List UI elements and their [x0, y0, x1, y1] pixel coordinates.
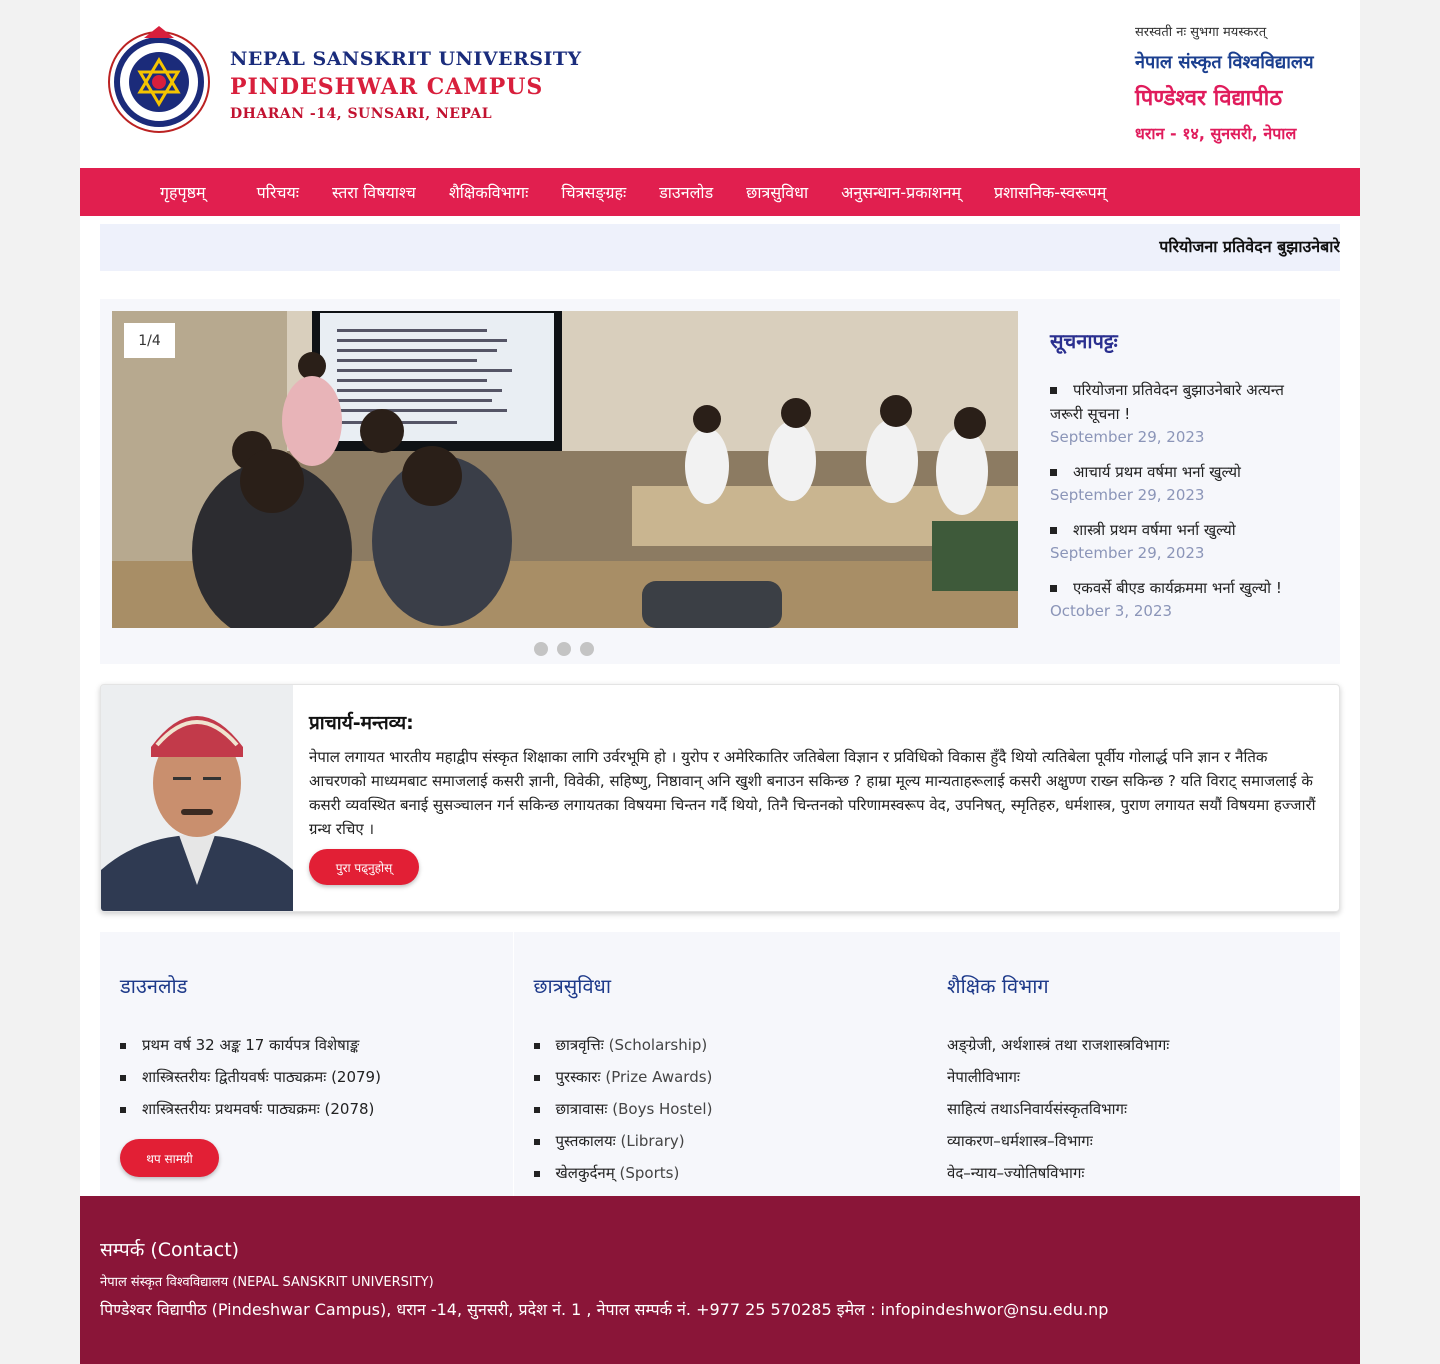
brand-nepali: सरस्वती नः सुभगा मयस्करत् नेपाल संस्कृत … — [1135, 22, 1314, 144]
slide-dots — [534, 642, 594, 656]
nav-research-publications[interactable]: अनुसन्धान-प्रकाशनम् — [841, 181, 961, 203]
site-footer: सम्पर्क (Contact) नेपाल संस्कृत विश्वविद… — [80, 1196, 1360, 1364]
notice-date: September 29, 2023 — [1050, 544, 1205, 562]
campus-name-np: पिण्डेश्वर विद्यापीठ — [1135, 86, 1283, 111]
departments-list: अङ्ग्रेजी, अर्थशास्त्रं तथा राजशास्त्रवि… — [947, 1029, 1320, 1189]
facilities-column: छात्रसुविधा छात्रवृत्तिः (Scholarship) प… — [513, 932, 927, 1196]
downloads-list: प्रथम वर्ष 32 अङ्क 17 कार्यपत्र विशेषाङ्… — [120, 1029, 493, 1125]
principal-message-card: प्राचार्य-मन्तव्य: नेपाल लगायत भारतीय मह… — [100, 684, 1340, 912]
slideshow-image[interactable] — [112, 311, 1018, 628]
notice-date: October 3, 2023 — [1050, 602, 1173, 620]
university-name-en: NEPAL SANSKRIT UNIVERSITY — [230, 48, 582, 70]
ticker-text[interactable]: परियोजना प्रतिवेदन बुझाउनेबारे — [1159, 235, 1340, 257]
footer-university: नेपाल संस्कृत विश्वविद्यालय (NEPAL SANSK… — [100, 1275, 434, 1290]
facility-name-np: छात्रावासः — [555, 1100, 608, 1118]
facility-name-np: पुस्तकालयः — [555, 1132, 616, 1150]
slide-dot-3[interactable] — [580, 642, 594, 656]
hero-section: 1/4 सूचनापट्टः परियोजना प्रतिवेदन बुझाउन… — [100, 299, 1340, 664]
news-ticker: परियोजना प्रतिवेदन बुझाउनेबारे — [100, 224, 1340, 271]
department-link[interactable]: व्याकरण–धर्मशास्त्र–विभागः — [947, 1125, 1320, 1157]
facility-name-en: (Scholarship) — [608, 1036, 708, 1054]
notice-item: परियोजना प्रतिवेदन बुझाउनेबारे अत्यन्त ज… — [1050, 378, 1320, 446]
classroom-photo — [112, 311, 1018, 628]
department-link[interactable]: नेपालीविभागः — [947, 1061, 1320, 1093]
campus-name-en: PINDESHWAR CAMPUS — [230, 74, 544, 100]
nav-academic-departments[interactable]: शैक्षिकविभागः — [449, 181, 528, 203]
facility-link[interactable]: छात्रावासः (Boys Hostel) — [534, 1093, 907, 1125]
contact-title: सम्पर्क (Contact) — [100, 1239, 240, 1261]
motto: सरस्वती नः सुभगा मयस्करत् — [1135, 25, 1267, 40]
download-link[interactable]: शास्त्रिस्तरीयः प्रथमवर्षः पाठ्यक्रमः (2… — [120, 1093, 493, 1125]
notice-link[interactable]: शास्त्री प्रथम वर्षमा भर्ना खुल्यो — [1050, 518, 1320, 542]
campus-address-en: DHARAN -14, SUNSARI, NEPAL — [230, 106, 493, 122]
notice-link[interactable]: परियोजना प्रतिवेदन बुझाउनेबारे अत्यन्त ज… — [1050, 378, 1320, 426]
facility-name-en: (Boys Hostel) — [612, 1100, 713, 1118]
principal-message-text: नेपाल लगायत भारतीय महाद्वीप संस्कृत शिक्… — [309, 748, 1316, 838]
department-link[interactable]: अङ्ग्रेजी, अर्थशास्त्रं तथा राजशास्त्रवि… — [947, 1029, 1320, 1061]
read-more-button[interactable]: पुरा पढ्नुहोस् — [309, 849, 419, 885]
nav-administration[interactable]: प्रशासनिक-स्वरूपम् — [994, 181, 1106, 203]
notice-date: September 29, 2023 — [1050, 428, 1205, 446]
principal-message-title: प्राचार्य-मन्तव्य: — [309, 712, 414, 734]
departments-column: शैक्षिक विभाग अङ्ग्रेजी, अर्थशास्त्रं तथ… — [927, 932, 1340, 1196]
facility-name-en: (Sports) — [619, 1164, 680, 1182]
download-link[interactable]: शास्त्रिस्तरीयः द्वितीयवर्षः पाठ्यक्रमः … — [120, 1061, 493, 1093]
facility-name-np: छात्रवृत्तिः — [555, 1036, 604, 1054]
facilities-list: छात्रवृत्तिः (Scholarship) पुरस्कारः (Pr… — [534, 1029, 907, 1189]
departments-title: शैक्षिक विभाग — [947, 974, 1049, 998]
facility-link[interactable]: छात्रवृत्तिः (Scholarship) — [534, 1029, 907, 1061]
notice-item: आचार्य प्रथम वर्षमा भर्ना खुल्यो Septemb… — [1050, 460, 1320, 504]
facility-name-np: खेलकुर्दनम् — [555, 1164, 615, 1182]
notice-board-title: सूचनापट्टः — [1050, 329, 1118, 353]
download-link[interactable]: प्रथम वर्ष 32 अङ्क 17 कार्यपत्र विशेषाङ्… — [120, 1029, 493, 1061]
notice-item: एकवर्से बीएड कार्यक्रममा भर्ना खुल्यो ! … — [1050, 576, 1320, 620]
facility-link[interactable]: पुस्तकालयः (Library) — [534, 1125, 907, 1157]
nav-levels-subjects[interactable]: स्तरा विषयाश्च — [332, 181, 416, 203]
facilities-title: छात्रसुविधा — [533, 974, 612, 998]
university-name-np: नेपाल संस्कृत विश्वविद्यालय — [1135, 52, 1314, 73]
facility-name-np: पुरस्कारः — [555, 1068, 601, 1086]
facility-link[interactable]: पुरस्कारः (Prize Awards) — [534, 1061, 907, 1093]
nav-gallery[interactable]: चित्रसङ्ग्रहः — [561, 181, 626, 203]
more-downloads-button[interactable]: थप सामग्री — [120, 1139, 219, 1177]
slide-dot-2[interactable] — [557, 642, 571, 656]
notice-link[interactable]: एकवर्से बीएड कार्यक्रममा भर्ना खुल्यो ! — [1050, 576, 1320, 600]
downloads-title: डाउनलोड — [120, 974, 188, 998]
main-nav: गृहपृष्ठम् परिचयः स्तरा विषयाश्च शैक्षिक… — [80, 168, 1360, 216]
info-columns: डाउनलोड प्रथम वर्ष 32 अङ्क 17 कार्यपत्र … — [100, 932, 1340, 1196]
facility-name-en: (Library) — [620, 1132, 685, 1150]
brand-english: NEPAL SANSKRIT UNIVERSITY PINDESHWAR CAM… — [230, 48, 582, 122]
nav-home[interactable]: गृहपृष्ठम् — [160, 181, 206, 203]
campus-address-np: धरान - १४, सुनसरी, नेपाल — [1135, 124, 1297, 143]
slide-counter: 1/4 — [124, 323, 175, 358]
slide-dot-1[interactable] — [534, 642, 548, 656]
department-link[interactable]: वेद–न्याय–ज्योतिषविभागः — [947, 1157, 1320, 1189]
site-header: NEPAL SANSKRIT UNIVERSITY PINDESHWAR CAM… — [80, 0, 1360, 168]
downloads-column: डाउनलोड प्रथम वर्ष 32 अङ्क 17 कार्यपत्र … — [100, 932, 513, 1196]
nav-introduction[interactable]: परिचयः — [257, 181, 299, 203]
university-logo[interactable] — [106, 24, 212, 140]
facility-name-en: (Prize Awards) — [605, 1068, 713, 1086]
department-link[interactable]: साहित्यं तथाऽनिवार्यसंस्कृतविभागः — [947, 1093, 1320, 1125]
nav-downloads[interactable]: डाउनलोड — [659, 181, 713, 203]
page: NEPAL SANSKRIT UNIVERSITY PINDESHWAR CAM… — [80, 0, 1360, 1364]
footer-address: पिण्डेश्वर विद्यापीठ (Pindeshwar Campus)… — [100, 1300, 1109, 1319]
facility-link[interactable]: खेलकुर्दनम् (Sports) — [534, 1157, 907, 1189]
notice-item: शास्त्री प्रथम वर्षमा भर्ना खुल्यो Septe… — [1050, 518, 1320, 562]
notice-board: सूचनापट्टः परियोजना प्रतिवेदन बुझाउनेबार… — [1050, 327, 1320, 634]
notice-link[interactable]: आचार्य प्रथम वर्षमा भर्ना खुल्यो — [1050, 460, 1320, 484]
principal-photo — [101, 685, 293, 911]
nav-student-facilities[interactable]: छात्रसुविधा — [746, 181, 808, 203]
notice-date: September 29, 2023 — [1050, 486, 1205, 504]
